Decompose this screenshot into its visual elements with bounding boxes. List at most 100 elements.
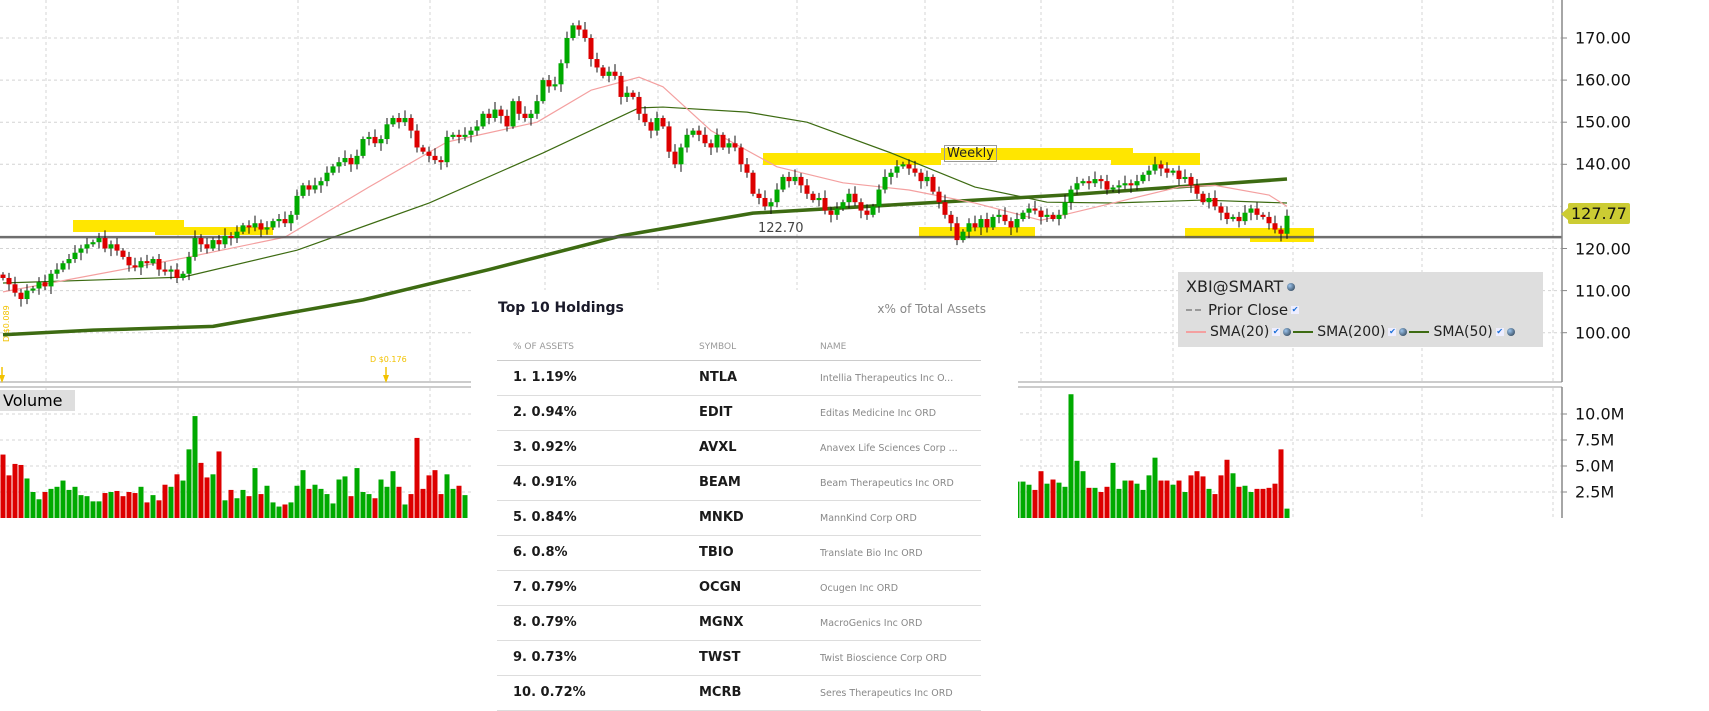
volume-bar	[1104, 486, 1110, 518]
volume-bar	[1134, 483, 1140, 518]
candle-body	[312, 185, 318, 190]
volume-bar	[240, 489, 246, 518]
candle-body	[678, 147, 684, 165]
candle-body	[1026, 208, 1032, 213]
candle-body	[450, 134, 456, 137]
holding-row[interactable]: 1. 1.19% NTLA Intellia Therapeutics Inc O.…	[497, 361, 981, 396]
holding-symbol: MGNX	[699, 615, 744, 630]
candle-body	[636, 96, 642, 114]
candle-body	[36, 282, 42, 289]
holding-name: Twist Bioscience Corp ORD	[820, 653, 947, 664]
holding-row[interactable]: 6. 0.8% TBIO Translate Bio Inc ORD	[497, 536, 981, 571]
price-tick: 140.00	[1575, 154, 1631, 174]
volume-bar	[1158, 480, 1164, 518]
candle-body	[816, 197, 822, 201]
candle-body	[732, 143, 738, 148]
candle-body	[510, 101, 516, 127]
candle-body	[1224, 212, 1230, 220]
sma50-swatch-icon	[1409, 331, 1430, 333]
candle-body	[480, 113, 486, 127]
candle-body	[726, 143, 732, 148]
holding-symbol: NTLA	[699, 370, 738, 385]
volume-bar	[30, 492, 36, 518]
volume-bar	[174, 474, 180, 518]
candle-body	[438, 160, 444, 163]
volume-bar	[108, 492, 114, 518]
volume-bar	[1146, 475, 1152, 518]
candle-body	[1128, 183, 1134, 186]
volume-bar	[126, 492, 132, 518]
checkbox-icon[interactable]: ✔	[1388, 328, 1397, 336]
candle-body	[30, 288, 36, 291]
volume-bar	[66, 489, 72, 518]
legend-sma200: SMA(200)	[1317, 324, 1386, 340]
dividend-label[interactable]: D $0.176	[370, 355, 407, 364]
candle-body	[948, 214, 954, 224]
candle-body	[618, 75, 624, 97]
holding-row[interactable]: 2. 0.94% EDIT Editas Medicine Inc ORD	[497, 396, 981, 431]
holding-row[interactable]: 8. 0.79% MGNX MacroGenics Inc ORD	[497, 606, 981, 641]
candle-body	[354, 155, 360, 165]
holding-row[interactable]: 5. 0.84% MNKD MannKind Corp ORD	[497, 501, 981, 536]
volume-bar	[192, 416, 198, 518]
candle-body	[1122, 183, 1128, 186]
checkbox-icon[interactable]: ✔	[1291, 306, 1300, 314]
settings-icon[interactable]	[1399, 328, 1408, 336]
candle-body	[336, 162, 342, 167]
candle-body	[522, 113, 528, 118]
volume-bar	[246, 496, 252, 518]
candle-body	[222, 235, 228, 245]
candle-body	[294, 195, 300, 215]
volume-tick: 5.0M	[1575, 456, 1615, 476]
volume-bar	[264, 485, 270, 518]
candle-body	[744, 164, 750, 173]
volume-bar	[270, 502, 276, 518]
holding-row[interactable]: 9. 0.73% TWST Twist Bioscience Corp ORD	[497, 641, 981, 676]
holding-pct: 3. 0.92%	[513, 440, 577, 455]
volume-bar	[1044, 483, 1050, 518]
volume-bar	[1248, 492, 1254, 518]
volume-tick: 7.5M	[1575, 430, 1615, 450]
candle-body	[246, 225, 252, 228]
candle-body	[630, 92, 636, 97]
volume-bar	[156, 500, 162, 518]
sma20-swatch-icon	[1186, 331, 1206, 333]
candle-body	[942, 202, 948, 215]
volume-bar	[228, 489, 234, 518]
header-name: NAME	[820, 342, 847, 352]
candle-body	[588, 38, 594, 60]
dividend-label[interactable]: D $0.089	[2, 305, 11, 342]
candle-body	[378, 139, 384, 144]
settings-icon[interactable]	[1287, 282, 1296, 291]
weekly-label[interactable]: Weekly	[944, 145, 997, 162]
candle-body	[762, 197, 768, 207]
settings-icon[interactable]	[1506, 328, 1515, 336]
holding-row[interactable]: 10. 0.72% MCRB Seres Therapeutics Inc ORD	[497, 676, 981, 711]
holding-row[interactable]: 7. 0.79% OCGN Ocugen Inc ORD	[497, 571, 981, 606]
volume-bar	[366, 494, 372, 518]
volume-bar	[1116, 488, 1122, 518]
checkbox-icon[interactable]: ✔	[1495, 328, 1504, 336]
holding-pct: 10. 0.72%	[513, 685, 586, 700]
candle-body	[186, 256, 192, 274]
settings-icon[interactable]	[1283, 328, 1292, 336]
candle-body	[384, 124, 390, 140]
volume-bar	[1086, 487, 1092, 518]
candle-body	[414, 130, 420, 148]
legend-prior-close: Prior Close	[1208, 301, 1289, 319]
volume-bar	[6, 475, 12, 518]
holding-row[interactable]: 3. 0.92% AVXL Anavex Life Sciences Corp ..…	[497, 431, 981, 466]
checkbox-icon[interactable]: ✔	[1272, 328, 1281, 336]
holding-pct: 5. 0.84%	[513, 510, 577, 525]
candle-body	[330, 166, 336, 173]
candle-body	[486, 113, 492, 118]
candle-body	[642, 113, 648, 123]
candle-body	[1050, 214, 1056, 220]
candle-body	[576, 25, 582, 30]
candle-body	[120, 250, 126, 257]
candle-body	[432, 155, 438, 161]
holding-row[interactable]: 4. 0.91% BEAM Beam Therapeutics Inc ORD	[497, 466, 981, 501]
chart-legend: XBI@SMART Prior Close ✔ SMA(20) ✔ SMA(20…	[1178, 272, 1543, 347]
volume-bar	[1056, 482, 1062, 518]
volume-bar	[384, 486, 390, 518]
